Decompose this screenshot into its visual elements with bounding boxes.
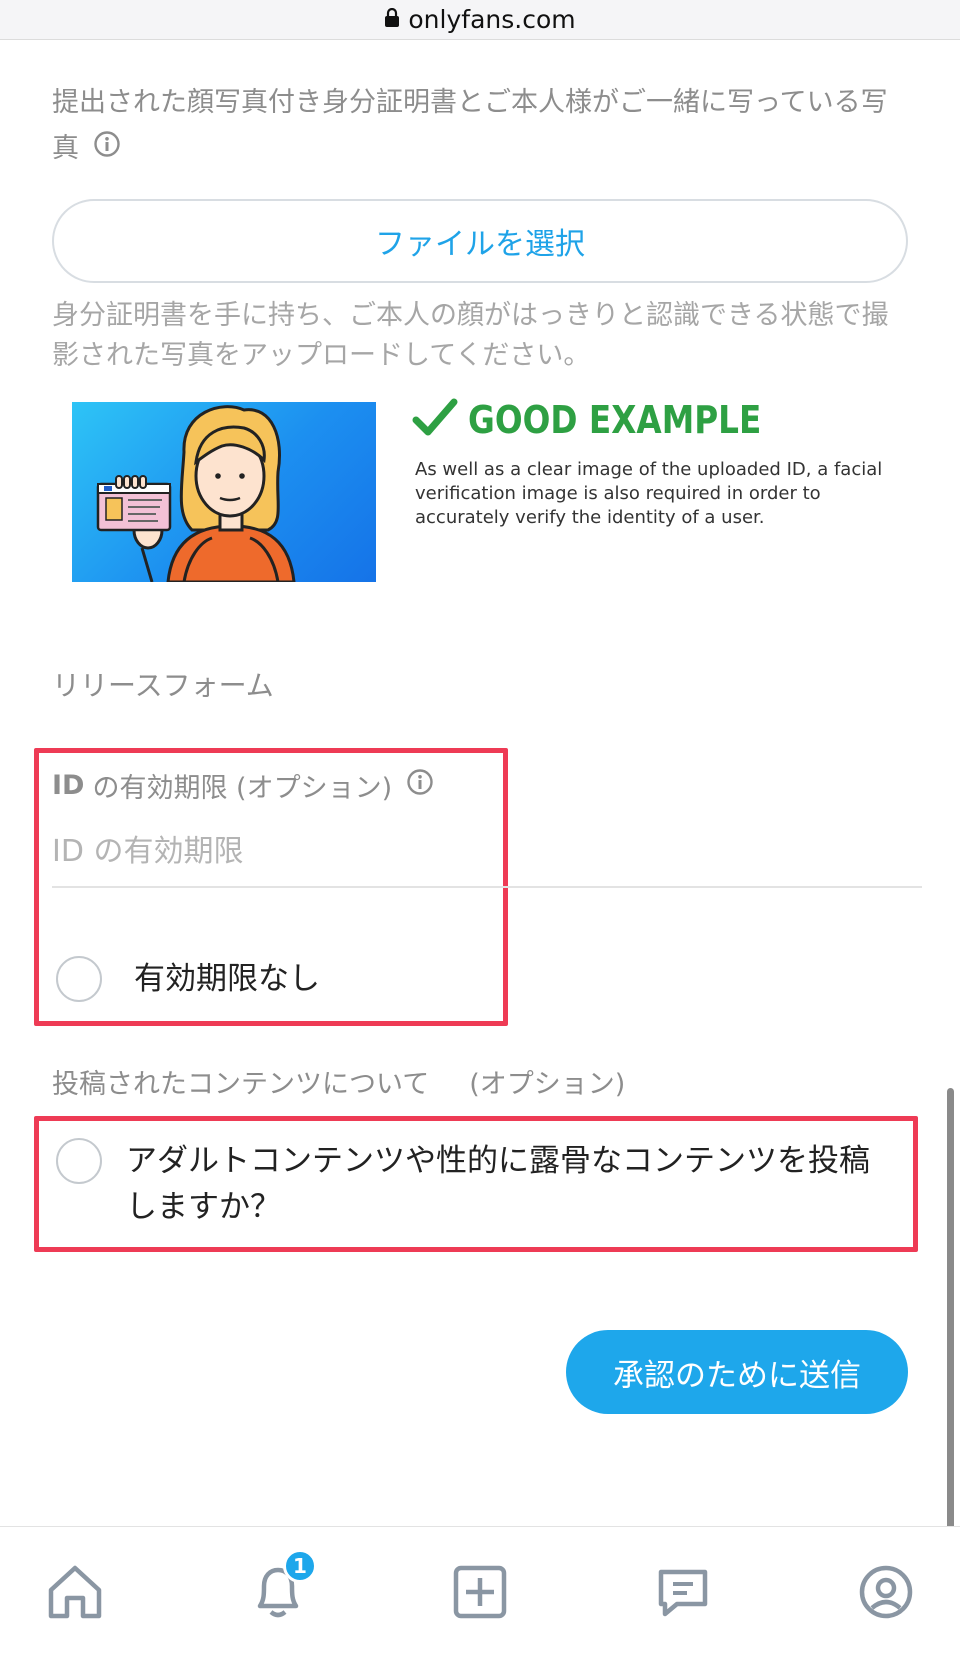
profile-icon xyxy=(854,1560,918,1628)
photo-upload-helper-text: 身分証明書を手に持ち、ご本人の顔がはっきりと認識できる状態で撮影された写真をアッ… xyxy=(52,300,889,371)
nav-messages[interactable] xyxy=(648,1559,718,1629)
adult-content-question: アダルトコンテンツや性的に露骨なコンテンツを投稿しますか？ xyxy=(126,1143,870,1225)
home-icon xyxy=(43,1560,107,1628)
info-icon[interactable] xyxy=(93,127,121,173)
photo-upload-label-text: 提出された顔写真付き身分証明書とご本人様がご一緒に写っている写真 xyxy=(52,87,888,164)
notification-badge: 1 xyxy=(283,1549,317,1583)
good-example-description: As well as a clear image of the uploaded… xyxy=(415,459,883,528)
good-example-heading: GOOD EXAMPLE xyxy=(412,398,809,442)
good-example-title: GOOD EXAMPLE xyxy=(468,398,762,442)
id-expiration-input[interactable] xyxy=(52,826,922,888)
no-expiry-label: 有効期限なし xyxy=(134,961,320,997)
lock-icon xyxy=(384,7,400,32)
good-example-illustration xyxy=(72,402,376,582)
nav-notifications[interactable]: 1 xyxy=(243,1549,317,1629)
content-optional-text: (オプション) xyxy=(469,1069,626,1100)
plus-square-icon xyxy=(450,1562,510,1626)
file-select-button[interactable]: ファイルを選択 xyxy=(52,199,908,283)
content-section-label: 投稿されたコンテンツについて (オプション) xyxy=(52,1062,625,1101)
info-icon[interactable] xyxy=(406,768,434,803)
id-expiration-label: ID の有効期限 (オプション) xyxy=(52,766,434,805)
checkmark-icon xyxy=(412,398,458,442)
bottom-navigation: 1 xyxy=(0,1526,960,1657)
photo-upload-label: 提出された顔写真付き身分証明書とご本人様がご一緒に写っている写真 xyxy=(52,80,912,173)
id-expiration-label-prefix: ID xyxy=(52,770,85,801)
browser-url-bar[interactable]: onlyfans.com xyxy=(0,0,960,40)
no-expiry-radio[interactable] xyxy=(56,956,102,1002)
nav-create-post[interactable] xyxy=(445,1559,515,1629)
submit-for-approval-button[interactable]: 承認のために送信 xyxy=(566,1330,908,1414)
adult-content-option[interactable]: アダルトコンテンツや性的に露骨なコンテンツを投稿しますか？ xyxy=(56,1138,896,1230)
adult-content-radio[interactable] xyxy=(56,1138,102,1184)
nav-profile[interactable] xyxy=(851,1559,921,1629)
url-text: onlyfans.com xyxy=(408,5,576,34)
release-form-label: リリースフォーム xyxy=(52,669,274,702)
no-expiry-option[interactable]: 有効期限なし xyxy=(56,956,320,1002)
message-icon xyxy=(651,1560,715,1628)
id-expiration-label-text: の有効期限 (オプション) xyxy=(92,773,393,804)
nav-home[interactable] xyxy=(40,1559,110,1629)
content-section-label-text: 投稿されたコンテンツについて xyxy=(52,1069,430,1100)
